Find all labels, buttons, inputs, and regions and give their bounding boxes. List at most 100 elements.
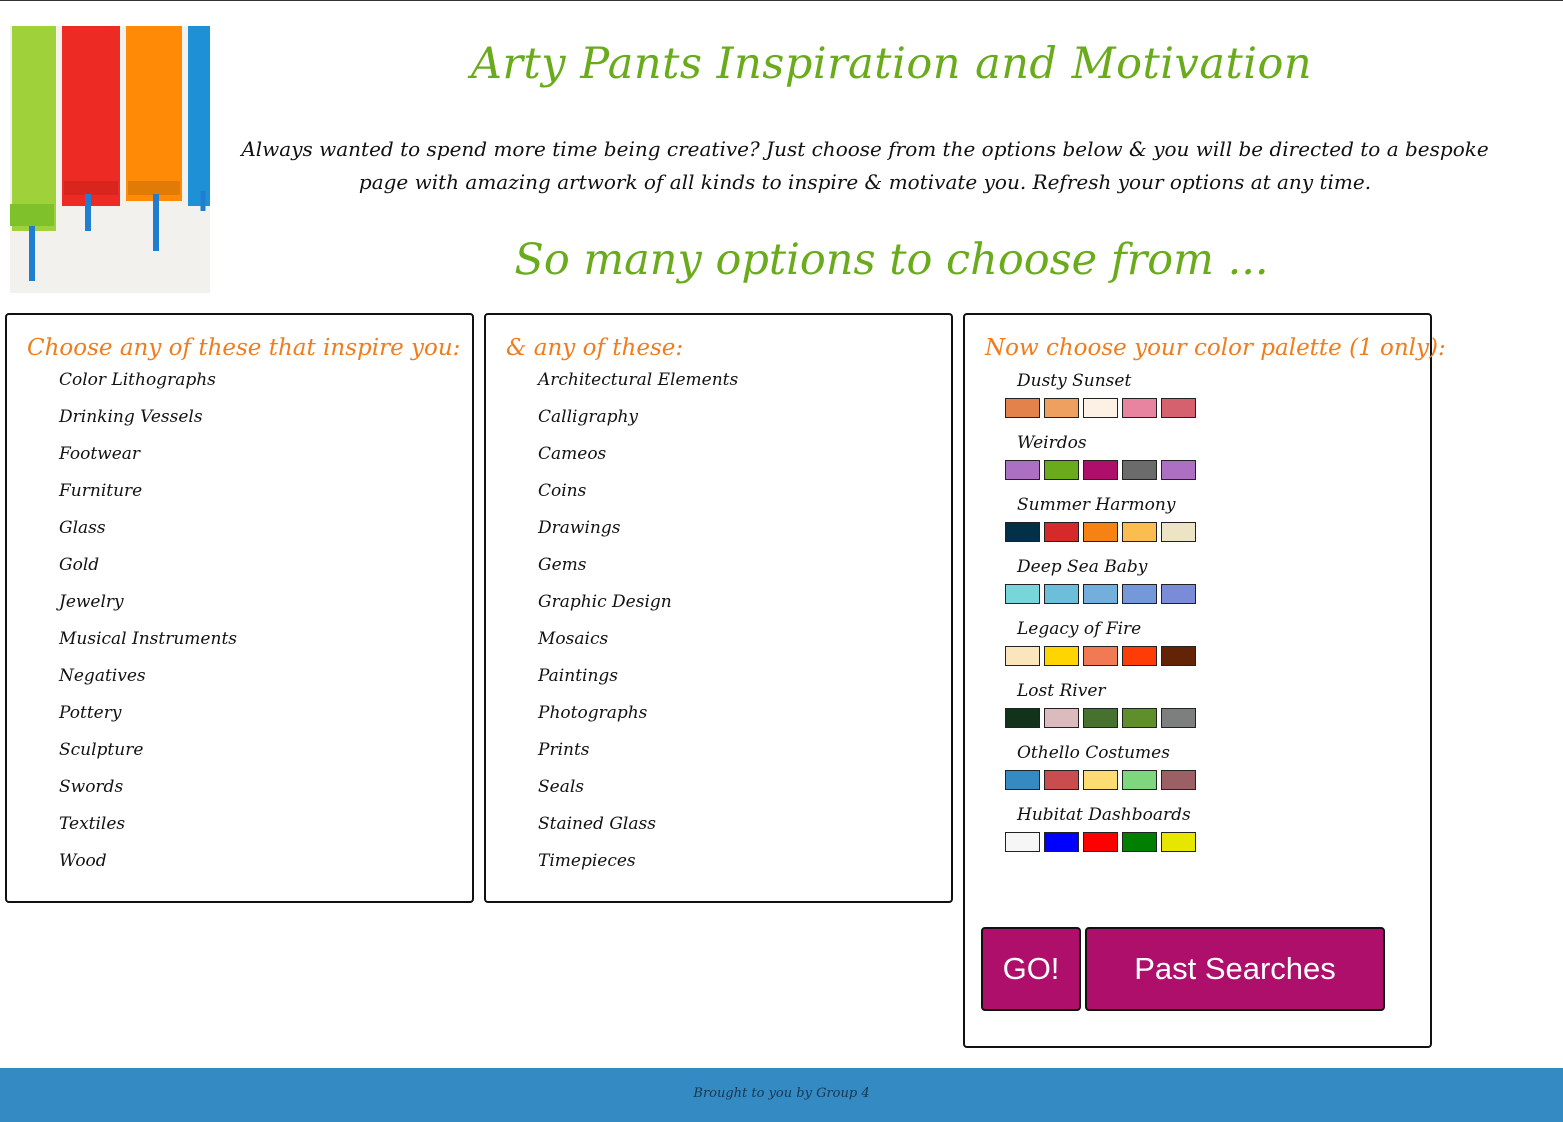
palette-name: Deep Sea Baby <box>1017 557 1148 577</box>
page-title: Arty Pants Inspiration and Motivation <box>470 39 1313 89</box>
color-swatch <box>1122 584 1157 604</box>
palette-name: Weirdos <box>1017 433 1087 453</box>
palette-option[interactable]: Lost River <box>1005 680 1196 728</box>
option-item[interactable]: Swords <box>59 775 237 812</box>
option-item[interactable]: Jewelry <box>59 590 237 627</box>
color-swatch <box>1005 770 1040 790</box>
color-swatch <box>1083 584 1118 604</box>
color-swatch <box>1044 770 1079 790</box>
color-swatch <box>1083 646 1118 666</box>
intro-text: Always wanted to spend more time being c… <box>241 137 1489 194</box>
option-item[interactable]: Musical Instruments <box>59 627 237 664</box>
option-item[interactable]: Negatives <box>59 664 237 701</box>
palette-swatches <box>1005 708 1196 728</box>
palette-name: Othello Costumes <box>1017 743 1170 763</box>
color-swatch <box>1044 584 1079 604</box>
option-item[interactable]: Calligraphy <box>538 405 738 442</box>
color-swatch <box>1083 460 1118 480</box>
paint-rollers-image <box>10 26 210 293</box>
option-item[interactable]: Pottery <box>59 701 237 738</box>
color-swatch <box>1161 770 1196 790</box>
option-item[interactable]: Gold <box>59 553 237 590</box>
option-item[interactable]: Wood <box>59 849 237 886</box>
palette-option[interactable]: Othello Costumes <box>1005 742 1196 790</box>
option-item[interactable]: Coins <box>538 479 738 516</box>
color-swatch <box>1083 398 1118 418</box>
palette-swatches <box>1005 832 1196 852</box>
palette-option[interactable]: Deep Sea Baby <box>1005 556 1196 604</box>
option-item[interactable]: Cameos <box>538 442 738 479</box>
palette-option[interactable]: Legacy of Fire <box>1005 618 1196 666</box>
options-subtitle: So many options to choose from ... <box>514 235 1269 285</box>
color-swatch <box>1044 522 1079 542</box>
option-item[interactable]: Footwear <box>59 442 237 479</box>
color-swatch <box>1044 708 1079 728</box>
go-button[interactable]: GO! <box>981 927 1081 1011</box>
color-swatch <box>1005 460 1040 480</box>
palette-option[interactable]: Dusty Sunset <box>1005 370 1196 418</box>
color-swatch <box>1005 584 1040 604</box>
option-item[interactable]: Textiles <box>59 812 237 849</box>
color-swatch <box>1161 398 1196 418</box>
footer-text: Brought to you by Group 4 <box>693 1086 870 1101</box>
color-swatch <box>1161 646 1196 666</box>
color-swatch <box>1161 522 1196 542</box>
palette-swatches <box>1005 584 1196 604</box>
palette-name: Legacy of Fire <box>1017 619 1142 639</box>
footer: Brought to you by Group 4 <box>0 1068 1563 1122</box>
option-item[interactable]: Seals <box>538 775 738 812</box>
inspire-options-list: Color Lithographs Drinking Vessels Footw… <box>59 368 237 886</box>
past-searches-button[interactable]: Past Searches <box>1085 927 1385 1011</box>
color-swatch <box>1083 832 1118 852</box>
option-item[interactable]: Graphic Design <box>538 590 738 627</box>
color-swatch <box>1044 398 1079 418</box>
option-item[interactable]: Sculpture <box>59 738 237 775</box>
palette-name: Hubitat Dashboards <box>1017 805 1191 825</box>
more-options-list: Architectural Elements Calligraphy Cameo… <box>538 368 738 886</box>
option-item[interactable]: Architectural Elements <box>538 368 738 405</box>
color-swatch <box>1122 398 1157 418</box>
color-swatch <box>1122 770 1157 790</box>
palette-name: Summer Harmony <box>1017 495 1176 515</box>
color-swatch <box>1122 460 1157 480</box>
color-swatch <box>1122 646 1157 666</box>
color-swatch <box>1005 646 1040 666</box>
option-item[interactable]: Furniture <box>59 479 237 516</box>
option-item[interactable]: Drawings <box>538 516 738 553</box>
option-item[interactable]: Drinking Vessels <box>59 405 237 442</box>
palette-option[interactable]: Weirdos <box>1005 432 1196 480</box>
option-item[interactable]: Paintings <box>538 664 738 701</box>
paint-rollers-icon <box>10 26 210 293</box>
palette-option[interactable]: Hubitat Dashboards <box>1005 804 1196 852</box>
option-item[interactable]: Gems <box>538 553 738 590</box>
option-item[interactable]: Glass <box>59 516 237 553</box>
palette-option[interactable]: Summer Harmony <box>1005 494 1196 542</box>
color-swatch <box>1161 832 1196 852</box>
option-item[interactable]: Photographs <box>538 701 738 738</box>
option-item[interactable]: Timepieces <box>538 849 738 886</box>
option-item[interactable]: Prints <box>538 738 738 775</box>
color-swatch <box>1044 460 1079 480</box>
color-swatch <box>1005 708 1040 728</box>
palette-swatches <box>1005 522 1196 542</box>
color-swatch <box>1044 646 1079 666</box>
panel-heading: Choose any of these that inspire you: <box>27 335 461 361</box>
option-item[interactable]: Mosaics <box>538 627 738 664</box>
option-item[interactable]: Stained Glass <box>538 812 738 849</box>
color-swatch <box>1161 460 1196 480</box>
color-swatch <box>1161 584 1196 604</box>
color-swatch <box>1122 522 1157 542</box>
palette-swatches <box>1005 770 1196 790</box>
more-options-panel: & any of these: Architectural Elements C… <box>484 313 953 903</box>
color-swatch <box>1005 522 1040 542</box>
color-swatch <box>1005 398 1040 418</box>
palette-swatches <box>1005 460 1196 480</box>
color-swatch <box>1122 708 1157 728</box>
color-swatch <box>1083 708 1118 728</box>
option-item[interactable]: Color Lithographs <box>59 368 237 405</box>
palette-name: Lost River <box>1017 681 1106 701</box>
color-swatch <box>1161 708 1196 728</box>
panel-heading: & any of these: <box>506 335 684 361</box>
color-swatch <box>1122 832 1157 852</box>
color-swatch <box>1005 832 1040 852</box>
